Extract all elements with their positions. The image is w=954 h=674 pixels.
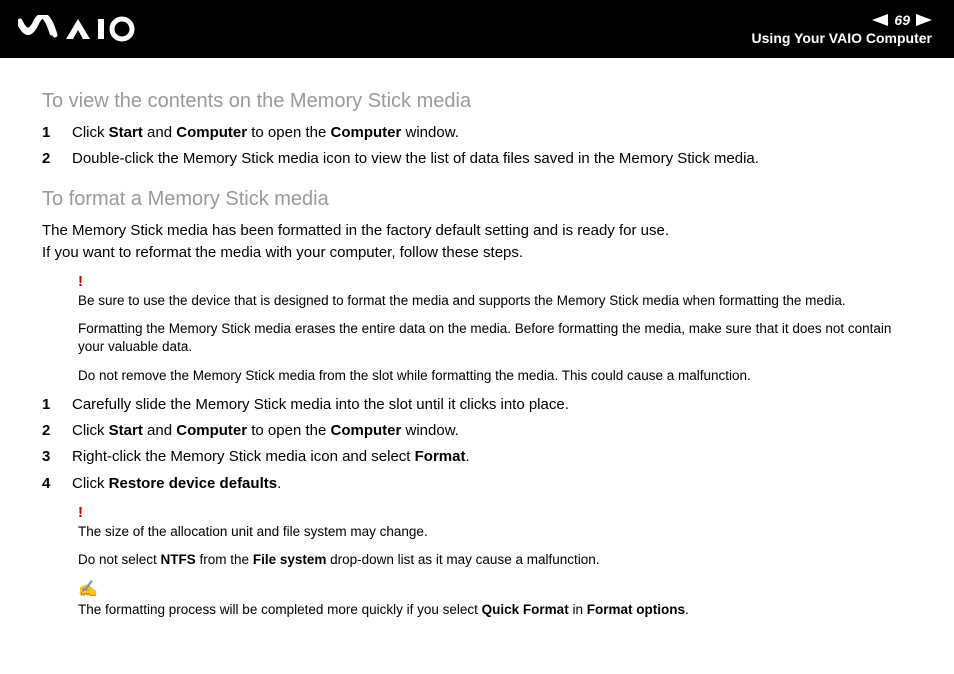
header-subtitle: Using Your VAIO Computer <box>752 30 932 46</box>
warning-block-1: ! Be sure to use the device that is desi… <box>78 273 914 385</box>
page-navigator: 69 <box>752 12 932 28</box>
step-text: Click Start and Computer to open the Com… <box>72 421 459 441</box>
section-title-format: To format a Memory Stick media <box>42 188 914 211</box>
intro-line-1: The Memory Stick media has been formatte… <box>42 221 914 241</box>
step-text: Click Restore device defaults. <box>72 474 281 494</box>
note-text: The formatting process will be completed… <box>78 601 914 619</box>
step-text: Click Start and Computer to open the Com… <box>72 123 459 143</box>
list-item: 1 Carefully slide the Memory Stick media… <box>42 395 914 415</box>
list-item: 3 Right-click the Memory Stick media ico… <box>42 447 914 467</box>
step-number: 1 <box>42 395 56 415</box>
list-item: 4 Click Restore device defaults. <box>42 474 914 494</box>
note-icon: ✍ <box>78 579 914 599</box>
step-number: 4 <box>42 474 56 494</box>
step-number: 2 <box>42 421 56 441</box>
list-item: 2 Click Start and Computer to open the C… <box>42 421 914 441</box>
warning-text: Be sure to use the device that is design… <box>78 292 914 310</box>
intro-line-2: If you want to reformat the media with y… <box>42 243 914 263</box>
step-number: 1 <box>42 123 56 143</box>
step-number: 3 <box>42 447 56 467</box>
warning-icon: ! <box>78 504 914 521</box>
vaio-logo <box>18 15 138 43</box>
warning-text: The size of the allocation unit and file… <box>78 523 914 541</box>
warning-icon: ! <box>78 273 914 290</box>
step-number: 2 <box>42 149 56 169</box>
step-text: Carefully slide the Memory Stick media i… <box>72 395 569 415</box>
list-item: 2 Double-click the Memory Stick media ic… <box>42 149 914 169</box>
steps-format: 1 Carefully slide the Memory Stick media… <box>42 395 914 494</box>
page-number: 69 <box>894 12 910 28</box>
header-bar: 69 Using Your VAIO Computer <box>0 0 954 58</box>
list-item: 1 Click Start and Computer to open the C… <box>42 123 914 143</box>
step-text: Double-click the Memory Stick media icon… <box>72 149 759 169</box>
page-content: To view the contents on the Memory Stick… <box>0 58 954 660</box>
header-right: 69 Using Your VAIO Computer <box>752 12 932 46</box>
step-text: Right-click the Memory Stick media icon … <box>72 447 470 467</box>
warning-text: Do not select NTFS from the File system … <box>78 551 914 569</box>
prev-page-arrow-icon[interactable] <box>872 14 888 26</box>
warning-text: Formatting the Memory Stick media erases… <box>78 320 914 356</box>
section-title-view: To view the contents on the Memory Stick… <box>42 90 914 113</box>
steps-view: 1 Click Start and Computer to open the C… <box>42 123 914 170</box>
next-page-arrow-icon[interactable] <box>916 14 932 26</box>
warning-block-2: ! The size of the allocation unit and fi… <box>78 504 914 620</box>
warning-text: Do not remove the Memory Stick media fro… <box>78 367 914 385</box>
